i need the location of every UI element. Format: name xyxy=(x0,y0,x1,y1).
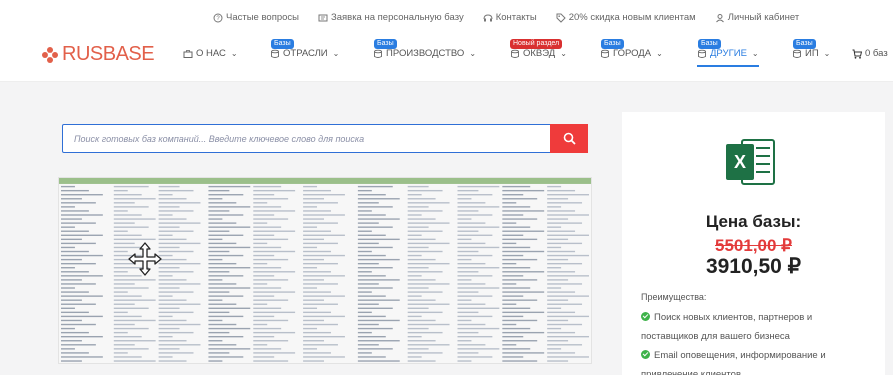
logo[interactable]: RUSBASE xyxy=(41,43,155,66)
database-icon xyxy=(793,49,801,58)
nav-item-ip[interactable]: Базы ИП ⌄ xyxy=(792,39,831,59)
logo-text: RUSBASE xyxy=(62,43,155,65)
top-bar: ? Частые вопросы Заявка на персональную … xyxy=(0,0,893,32)
nav-badge: Базы xyxy=(374,39,397,49)
nav-item-other[interactable]: Базы ДРУГИЕ ⌄ xyxy=(697,39,759,67)
chevron-down-icon: ⌄ xyxy=(469,49,477,58)
database-icon xyxy=(271,49,279,58)
tag-icon xyxy=(556,13,566,23)
database-icon xyxy=(698,49,706,58)
database-icon xyxy=(511,49,519,58)
chevron-down-icon: ⌄ xyxy=(751,49,759,58)
cart-label: 0 баз xyxy=(865,48,888,59)
nav-item-label: ГОРОДА xyxy=(613,48,652,59)
cart-button[interactable]: 0 баз xyxy=(852,48,888,59)
price-label: Цена базы: xyxy=(705,212,802,231)
nav-item-production[interactable]: Базы ПРОИЗВОДСТВО ⌄ xyxy=(373,39,477,59)
account-label: Личный кабинет xyxy=(727,12,800,23)
old-price: 5501,00 ₽ xyxy=(715,236,792,255)
nav-item-okved[interactable]: Новый раздел ОКВЭД ⌄ xyxy=(510,39,567,59)
search-button[interactable] xyxy=(550,124,588,153)
cart-icon xyxy=(852,49,862,59)
contacts-label: Контакты xyxy=(495,12,537,23)
chevron-down-icon: ⌄ xyxy=(823,49,831,58)
chevron-down-icon: ⌄ xyxy=(332,49,340,58)
nav-item-label: О НАС xyxy=(196,48,226,59)
nav-item-cities[interactable]: Базы ГОРОДА ⌄ xyxy=(600,39,663,59)
advantage-text: Поиск новых клиентов, партнеров и постав… xyxy=(641,312,813,342)
advantage-item: Поиск новых клиентов, партнеров и постав… xyxy=(641,308,871,346)
contacts-link[interactable]: Контакты xyxy=(483,12,537,23)
personal-base-request-label: Заявка на персональную базу xyxy=(330,12,464,23)
active-underline xyxy=(697,65,759,67)
advantages-list: Поиск новых клиентов, партнеров и постав… xyxy=(641,308,871,375)
nav-badge: Базы xyxy=(601,39,624,49)
nav-badge: Базы xyxy=(793,39,816,49)
personal-base-request-link[interactable]: Заявка на персональную базу xyxy=(318,12,464,23)
search-bar xyxy=(62,124,588,153)
advantage-item: Email оповещения, информирование и привл… xyxy=(641,346,871,375)
discount-link[interactable]: 20% скидка новым клиентам xyxy=(556,12,696,23)
nav-item-label: ДРУГИЕ xyxy=(710,48,747,59)
question-icon: ? xyxy=(213,13,223,22)
form-icon xyxy=(318,14,328,21)
svg-text:X: X xyxy=(734,152,746,172)
chevron-down-icon: ⌄ xyxy=(560,49,567,58)
database-icon xyxy=(374,49,382,58)
price-card: X Цена базы: 5501,00 ₽ 3910,50 ₽ Преимущ… xyxy=(622,112,885,375)
nav-item-label: ИП xyxy=(805,48,819,59)
nav-badge: Базы xyxy=(271,39,294,49)
contacts-icon xyxy=(483,13,493,21)
search-input[interactable] xyxy=(63,125,551,152)
logo-flower-icon xyxy=(42,46,58,63)
excel-icon: X xyxy=(726,139,775,185)
nav-item-industries[interactable]: Базы ОТРАСЛИ ⌄ xyxy=(270,39,340,59)
briefcase-icon xyxy=(183,49,193,58)
nav-badge: Базы xyxy=(698,39,721,49)
advantage-text: Email оповещения, информирование и привл… xyxy=(641,350,826,375)
nav-item-label: ПРОИЗВОДСТВО xyxy=(386,48,465,59)
database-icon xyxy=(601,49,609,58)
chevron-down-icon: ⌄ xyxy=(230,49,238,58)
nav-badge-new: Новый раздел xyxy=(510,39,563,49)
user-icon xyxy=(715,13,724,22)
check-icon xyxy=(641,312,650,321)
chevron-down-icon: ⌄ xyxy=(656,49,663,58)
main-nav: RUSBASE О НАС ⌄ Базы ОТРАСЛИ ⌄ Базы ПРОИ… xyxy=(0,32,893,82)
check-icon xyxy=(641,350,650,359)
top-links: ? Частые вопросы Заявка на персональную … xyxy=(213,12,799,23)
search-icon xyxy=(563,132,576,145)
faq-link[interactable]: ? Частые вопросы xyxy=(213,12,299,23)
move-cursor-icon xyxy=(128,242,162,276)
nav-item-label: ОКВЭД xyxy=(523,48,556,59)
discount-label: 20% скидка новым клиентам xyxy=(568,12,696,23)
advantages-title: Преимущества: xyxy=(641,292,707,302)
nav-item-label: ОТРАСЛИ xyxy=(283,48,328,59)
account-link[interactable]: Личный кабинет xyxy=(715,12,799,23)
faq-label: Частые вопросы xyxy=(226,12,299,23)
new-price: 3910,50 ₽ xyxy=(705,255,802,278)
nav-item-about[interactable]: О НАС ⌄ xyxy=(183,48,238,59)
